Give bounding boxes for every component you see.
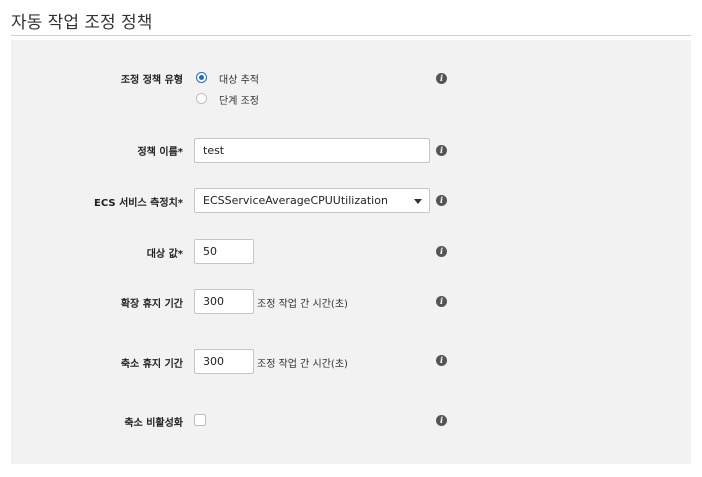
target-value-input[interactable]: 50: [194, 239, 254, 264]
ecs-metric-select[interactable]: ECSServiceAverageCPUUtilization: [194, 188, 430, 213]
policy-name-input[interactable]: test: [194, 138, 430, 163]
radio-target-tracking-label[interactable]: 대상 추적: [219, 71, 259, 86]
radio-target-tracking[interactable]: [196, 72, 207, 83]
radio-step-scaling-label[interactable]: 단계 조정: [219, 92, 259, 107]
disable-scale-in-checkbox[interactable]: [194, 414, 206, 426]
page-title: 자동 작업 조정 정책: [11, 13, 153, 33]
scale-out-cooldown-info-icon[interactable]: i: [436, 296, 447, 307]
ecs-metric-selected-value: ECSServiceAverageCPUUtilization: [203, 194, 388, 207]
scale-out-cooldown-hint: 조정 작업 간 시간(초): [257, 299, 348, 310]
scale-in-cooldown-info-icon[interactable]: i: [436, 355, 447, 366]
target-value-info-icon[interactable]: i: [436, 246, 447, 257]
scale-out-cooldown-input[interactable]: 300: [194, 289, 254, 314]
chevron-down-icon: [414, 199, 422, 204]
scale-in-cooldown-label: 축소 휴지 기간: [120, 359, 183, 370]
policy-type-label: 조정 정책 유형: [120, 75, 183, 86]
policy-name-info-icon[interactable]: i: [436, 145, 447, 156]
policy-type-info-icon[interactable]: i: [436, 73, 447, 84]
disable-scale-in-label: 축소 비활성화: [124, 418, 183, 429]
ecs-metric-info-icon[interactable]: i: [436, 195, 447, 206]
policy-name-label: 정책 이름*: [137, 147, 183, 158]
target-value-label: 대상 값*: [146, 249, 183, 260]
radio-step-scaling[interactable]: [196, 93, 207, 104]
title-divider: [11, 35, 691, 36]
disable-scale-in-info-icon[interactable]: i: [436, 415, 447, 426]
ecs-metric-label: ECS 서비스 측정치*: [94, 198, 183, 209]
scale-out-cooldown-label: 확장 휴지 기간: [120, 299, 183, 310]
scale-in-cooldown-hint: 조정 작업 간 시간(초): [257, 359, 348, 370]
scale-in-cooldown-input[interactable]: 300: [194, 349, 254, 374]
form-panel: [11, 40, 691, 464]
